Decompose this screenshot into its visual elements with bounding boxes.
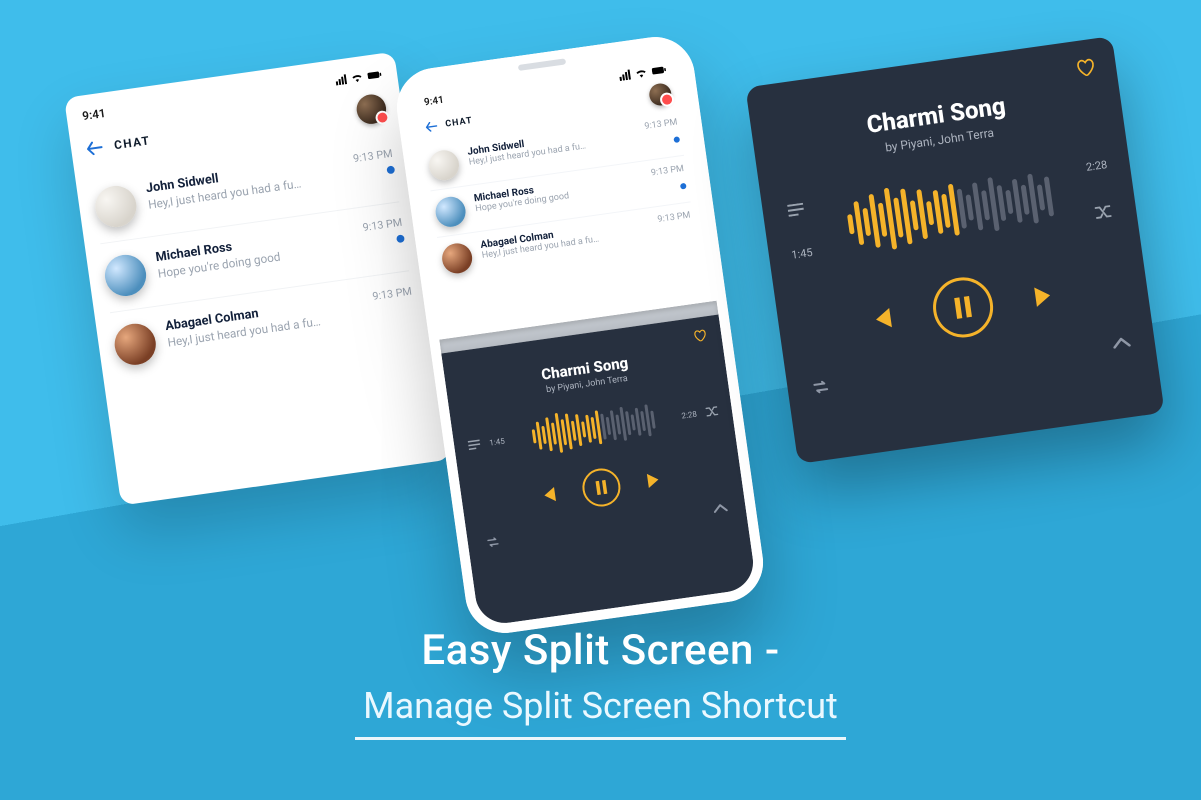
shuffle-icon[interactable]: [1094, 202, 1112, 220]
repeat-icon[interactable]: [485, 535, 501, 549]
promo-stage: 9:41 CHAT John Sidwell Hey,I just: [0, 0, 1201, 800]
title-main: Easy Split Screen -: [0, 626, 1201, 675]
chat-time: 9:13 PM: [644, 117, 678, 132]
signal-icon: [619, 69, 631, 80]
chat-list: John Sidwell Hey,I just heard you had a …: [91, 133, 419, 381]
signal-icon: [335, 74, 347, 85]
time-total: 2:28: [1085, 158, 1109, 174]
prev-track-icon[interactable]: [538, 486, 558, 504]
avatar: [434, 195, 468, 229]
chevron-up-icon[interactable]: [713, 503, 729, 517]
title-sub: Manage Split Screen Shortcut: [355, 685, 846, 740]
chat-time: 9:13 PM: [657, 211, 691, 226]
chat-list: John Sidwell Hey,I just heard you had a …: [424, 109, 697, 283]
music-player-card: Charmi Song by Piyani, John Terra 1:45 2…: [745, 36, 1164, 464]
heart-icon[interactable]: [1075, 57, 1097, 78]
back-icon[interactable]: [425, 121, 438, 133]
battery-icon: [367, 69, 382, 81]
pause-button[interactable]: [929, 274, 997, 342]
profile-avatar[interactable]: [648, 82, 673, 107]
time-total: 2:28: [680, 409, 699, 420]
next-track-icon[interactable]: [1031, 283, 1060, 308]
battery-icon: [651, 64, 666, 76]
split-top-chat: 9:41 CHAT: [403, 43, 716, 339]
unread-dot-icon: [680, 183, 687, 190]
pause-button[interactable]: [580, 466, 623, 509]
prev-track-icon[interactable]: [866, 306, 895, 331]
status-indicators: [335, 69, 382, 85]
chat-time: 9:13 PM: [362, 216, 403, 234]
status-time: 9:41: [423, 95, 444, 109]
chat-time: 9:13 PM: [372, 285, 413, 303]
split-bottom-player: Charmi Song by Piyani, John Terra 1:45: [441, 315, 757, 627]
promo-titles: Easy Split Screen - Manage Split Screen …: [0, 626, 1201, 740]
chat-title: CHAT: [445, 116, 474, 130]
repeat-icon[interactable]: [811, 379, 831, 395]
unread-dot-icon: [673, 136, 680, 143]
heart-icon[interactable]: [692, 328, 708, 342]
waveform[interactable]: [510, 392, 675, 464]
queue-icon[interactable]: [468, 439, 481, 451]
time-elapsed: 1:45: [790, 245, 814, 261]
avatar: [440, 241, 474, 275]
avatar: [427, 148, 461, 182]
time-elapsed: 1:45: [487, 436, 506, 447]
back-icon[interactable]: [86, 140, 103, 156]
chat-time: 9:13 PM: [352, 147, 393, 165]
queue-icon[interactable]: [787, 202, 805, 216]
wifi-icon: [633, 67, 648, 79]
status-time: 9:41: [81, 106, 106, 123]
waveform[interactable]: [818, 153, 1081, 268]
next-track-icon[interactable]: [645, 471, 665, 489]
chat-time: 9:13 PM: [650, 164, 684, 179]
unread-dot-icon: [386, 165, 395, 174]
chevron-up-icon[interactable]: [1112, 337, 1132, 353]
chat-title: CHAT: [113, 134, 151, 153]
avatar: [112, 321, 158, 367]
avatar: [102, 252, 148, 298]
profile-avatar[interactable]: [355, 93, 388, 126]
chat-screen-card: 9:41 CHAT John Sidwell Hey,I just: [64, 52, 451, 506]
wifi-icon: [350, 72, 365, 84]
unread-dot-icon: [396, 234, 405, 243]
shuffle-icon[interactable]: [705, 405, 719, 419]
avatar: [93, 183, 139, 229]
